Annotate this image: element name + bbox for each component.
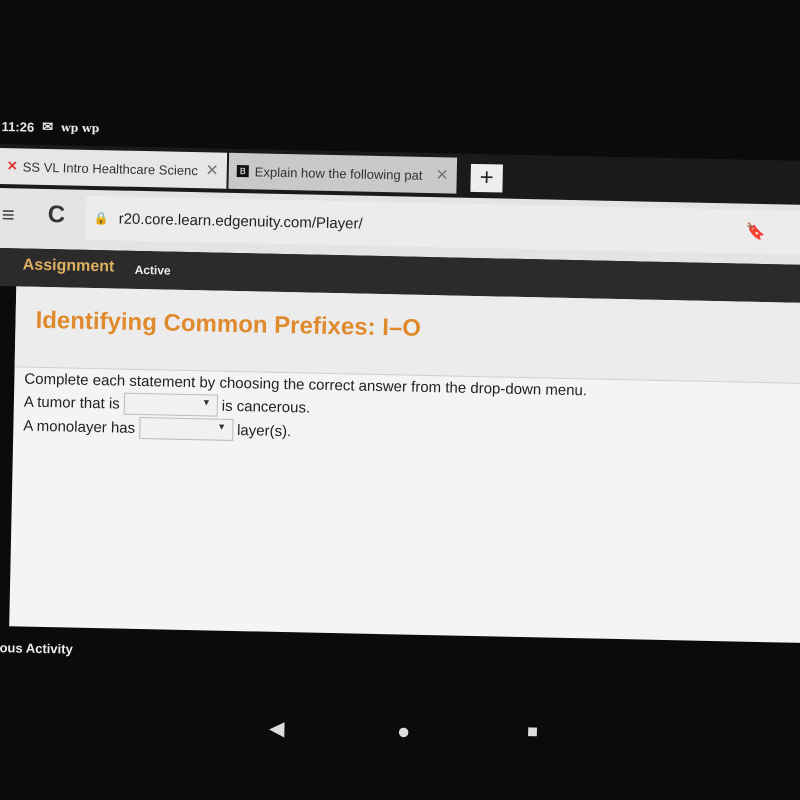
chevron-down-icon: ▼ [217, 421, 227, 432]
previous-activity-button[interactable]: vious Activity [0, 640, 73, 657]
tab-healthcare[interactable]: ✕ SS VL Intro Healthcare Scienc ✕ [0, 147, 228, 189]
assignment-label: Assignment [22, 256, 115, 276]
back-icon[interactable]: ◀ [269, 716, 285, 741]
wp-icon: wp wp [60, 120, 100, 135]
q2-before: A monolayer has [23, 417, 136, 437]
clock: 11:26 [1, 118, 35, 135]
lock-icon: 🔒 [93, 210, 109, 226]
tumor-dropdown[interactable]: ▼ [123, 392, 218, 417]
tab-label: Explain how the following pat [254, 163, 423, 183]
question-2: A monolayer has ▼ layer(s). [23, 415, 291, 443]
monolayer-dropdown[interactable]: ▼ [138, 416, 234, 441]
home-icon[interactable]: ● [397, 718, 411, 744]
title-band: Identifying Common Prefixes: I–O [14, 286, 800, 385]
q2-after: layer(s). [236, 421, 292, 440]
edgenuity-x-icon: ✕ [6, 158, 18, 174]
url-field[interactable]: 🔒 r20.core.learn.edgenuity.com/Player/ 🔖 [85, 195, 800, 255]
question-1: A tumor that is ▼ is cancerous. [24, 391, 311, 419]
new-tab-button[interactable]: + [470, 163, 503, 193]
q1-before: A tumor that is [23, 393, 120, 413]
android-nav-bar: ◀ ● ■ [0, 710, 800, 767]
q1-after: is cancerous. [221, 397, 311, 417]
tab-explain[interactable]: B Explain how the following pat ✕ [228, 152, 458, 194]
close-icon[interactable]: ✕ [435, 165, 449, 185]
chevron-down-icon: ▼ [201, 397, 211, 408]
status-bar: 11:26 ✉ wp wp [1, 118, 100, 136]
mail-icon: ✉ [42, 118, 54, 135]
tablet-screen: 11:26 ✉ wp wp ✕ SS VL Intro Healthcare S… [0, 110, 800, 767]
close-icon[interactable]: ✕ [205, 160, 219, 180]
reload-icon[interactable]: C [48, 201, 66, 229]
bookmark-icon[interactable]: 🔖 [745, 222, 766, 242]
brainly-icon: B [236, 164, 249, 178]
page-title: Identifying Common Prefixes: I–O [35, 306, 422, 342]
recents-icon[interactable]: ■ [527, 721, 538, 742]
activity-panel: Identifying Common Prefixes: I–O Complet… [9, 286, 800, 644]
tab-label: SS VL Intro Healthcare Scienc [22, 158, 198, 178]
url-text: r20.core.learn.edgenuity.com/Player/ [118, 210, 363, 233]
assignment-status: Active [134, 262, 171, 278]
menu-icon[interactable]: ≡ [2, 202, 15, 228]
